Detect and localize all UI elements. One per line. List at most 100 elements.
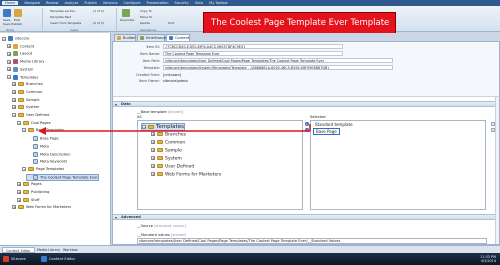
tree-node[interactable]: + Layout: [7, 51, 32, 57]
template-field-button[interactable]: Template field: [50, 15, 71, 19]
tree-node[interactable]: + System: [12, 105, 39, 110]
tree-node[interactable]: − User Defined: [12, 113, 49, 118]
selected-template-item[interactable]: Base Page: [313, 128, 340, 135]
available-templates-tree[interactable]: − Templates + Branches + Common + Sample + System…: [137, 120, 303, 210]
tree-node[interactable]: Meta: [27, 143, 49, 149]
tree-node[interactable]: − Page Templates: [22, 166, 64, 172]
collapse-icon[interactable]: −: [22, 166, 26, 171]
expand-icon[interactable]: +: [12, 82, 16, 87]
expand-icon[interactable]: +: [17, 197, 21, 202]
expand-icon[interactable]: +: [17, 182, 21, 187]
tree-node[interactable]: − Templates: [7, 74, 38, 80]
item-path-value[interactable]: /sitecore/templates/User Defined/Cool Pa…: [163, 58, 393, 63]
menu-item[interactable]: Navigate: [24, 1, 40, 5]
tree-node[interactable]: − sitecore: [2, 36, 29, 41]
menu-item[interactable]: Review: [46, 1, 59, 5]
tree-node[interactable]: Meta Description: [27, 151, 71, 157]
editor-tab[interactable]: Builder: [114, 34, 136, 41]
menu-item[interactable]: Security: [174, 1, 188, 5]
tree-node[interactable]: + Stuff: [17, 197, 39, 203]
tree-node[interactable]: + Web Forms for Marketers: [12, 205, 71, 210]
template-tree-node[interactable]: + System: [151, 156, 182, 162]
expand-icon[interactable]: +: [7, 44, 11, 49]
expand-icon[interactable]: +: [151, 164, 155, 169]
expand-icon[interactable]: +: [12, 205, 16, 210]
collapse-icon[interactable]: −: [12, 113, 16, 118]
expand-icon[interactable]: +: [151, 148, 155, 153]
duplicate-icon[interactable]: [122, 9, 130, 17]
duplicate-button-label[interactable]: Duplicate: [120, 18, 134, 22]
editor-tab[interactable]: Content: [166, 34, 190, 41]
template-tree-node[interactable]: + Sample: [151, 148, 182, 154]
template-tree-node[interactable]: + Common: [151, 140, 185, 146]
tree-node[interactable]: + System: [7, 66, 33, 72]
sort-button[interactable]: Sort: [168, 21, 174, 25]
save-icon[interactable]: [3, 9, 11, 17]
copy-to-button[interactable]: Copy To: [140, 9, 152, 13]
tree-node[interactable]: Meta Keywords: [27, 159, 67, 165]
editor-tab[interactable]: Inheritance: [137, 34, 166, 41]
template-tree-node[interactable]: + User Defined: [151, 164, 194, 170]
add-right-arrow-icon[interactable]: ▸: [305, 122, 309, 126]
collapse-icon[interactable]: −: [22, 128, 26, 133]
ribbon-separator: [42, 8, 43, 30]
collapse-icon[interactable]: −: [7, 75, 11, 80]
item-id-value[interactable]: {7CBCCD40-E1ED-49F6-A4C3-56037DF4C9E4}: [163, 44, 343, 49]
tree-node-label: Cool Pages: [31, 120, 51, 125]
advanced-section-header[interactable]: ▾ Advanced: [113, 214, 499, 220]
template-section-button[interactable]: Template section: [50, 9, 75, 13]
menu-item[interactable]: My Toolbar: [209, 1, 228, 5]
menu-item[interactable]: Configure: [124, 1, 141, 5]
expand-icon[interactable]: +: [7, 67, 11, 72]
tree-node[interactable]: + Media Library: [7, 59, 45, 65]
template-tree-node[interactable]: − Templates: [141, 123, 185, 131]
expand-icon[interactable]: +: [17, 190, 21, 195]
taskbar-item-content-editor[interactable]: Content Editor: [40, 255, 90, 263]
tree-node[interactable]: − Base Templates: [22, 128, 64, 133]
menu-item[interactable]: View: [195, 1, 203, 5]
data-section-header[interactable]: ▾ Data: [113, 101, 499, 107]
expand-icon[interactable]: +: [7, 59, 11, 64]
editor-scrollbar[interactable]: [495, 97, 499, 244]
tree-node[interactable]: + Publishing: [17, 190, 49, 195]
expand-icon[interactable]: +: [151, 172, 155, 177]
selected-template-item[interactable]: Standard template: [313, 122, 355, 127]
tree-node[interactable]: + Sample: [12, 97, 39, 103]
tree-node[interactable]: The Coolest Page Template Ever: [26, 173, 99, 181]
save-publish-button-label[interactable]: Save Publish: [3, 22, 22, 26]
expand-icon[interactable]: +: [151, 140, 155, 145]
menu-item[interactable]: Home: [2, 1, 19, 5]
selected-templates-list[interactable]: Standard template Base Page: [310, 120, 486, 210]
menu-item[interactable]: Analyze: [65, 1, 79, 5]
tree-node[interactable]: + Common: [12, 89, 42, 95]
template-value[interactable]: /sitecore/templates/System/Templates/Tem…: [163, 65, 393, 70]
insert-from-template-button[interactable]: Insert from Template: [50, 21, 81, 25]
tree-node[interactable]: Base Page: [27, 136, 59, 142]
expand-icon[interactable]: +: [12, 97, 16, 102]
template-tree-node[interactable]: + Branches: [151, 132, 186, 138]
remove-left-arrow-icon[interactable]: ◂: [305, 128, 309, 132]
item-name-value[interactable]: The Coolest Page Template Ever: [163, 51, 343, 56]
tree-node[interactable]: + Content: [7, 43, 34, 49]
menu-item[interactable]: Versions: [103, 1, 118, 5]
move-to-button[interactable]: Move To: [140, 15, 152, 19]
taskbar-item-sitecore[interactable]: Sitecore: [2, 255, 36, 263]
expand-icon[interactable]: +: [151, 156, 155, 161]
template-tree-label: Templates: [156, 124, 184, 130]
expand-icon[interactable]: +: [12, 89, 16, 94]
tree-node[interactable]: − Cool Pages: [17, 120, 51, 126]
expand-icon[interactable]: +: [12, 105, 16, 110]
collapse-icon[interactable]: −: [142, 124, 146, 129]
tree-node[interactable]: + Branches: [12, 82, 43, 87]
delete-button[interactable]: Delete: [140, 21, 150, 25]
edit-icon[interactable]: [14, 9, 22, 17]
collapse-icon[interactable]: −: [2, 36, 6, 41]
expand-icon[interactable]: +: [151, 132, 155, 137]
menu-item[interactable]: Publish: [84, 1, 96, 5]
template-tree-node[interactable]: + Web Forms for Marketers: [151, 172, 221, 178]
expand-icon[interactable]: +: [7, 51, 11, 56]
collapse-icon[interactable]: −: [17, 120, 21, 125]
tree-node[interactable]: + Pages: [17, 182, 42, 187]
standard-values-input[interactable]: sitecore/templates/User Defined/Cool Pag…: [137, 238, 487, 244]
menu-item[interactable]: Presentation: [147, 1, 169, 5]
